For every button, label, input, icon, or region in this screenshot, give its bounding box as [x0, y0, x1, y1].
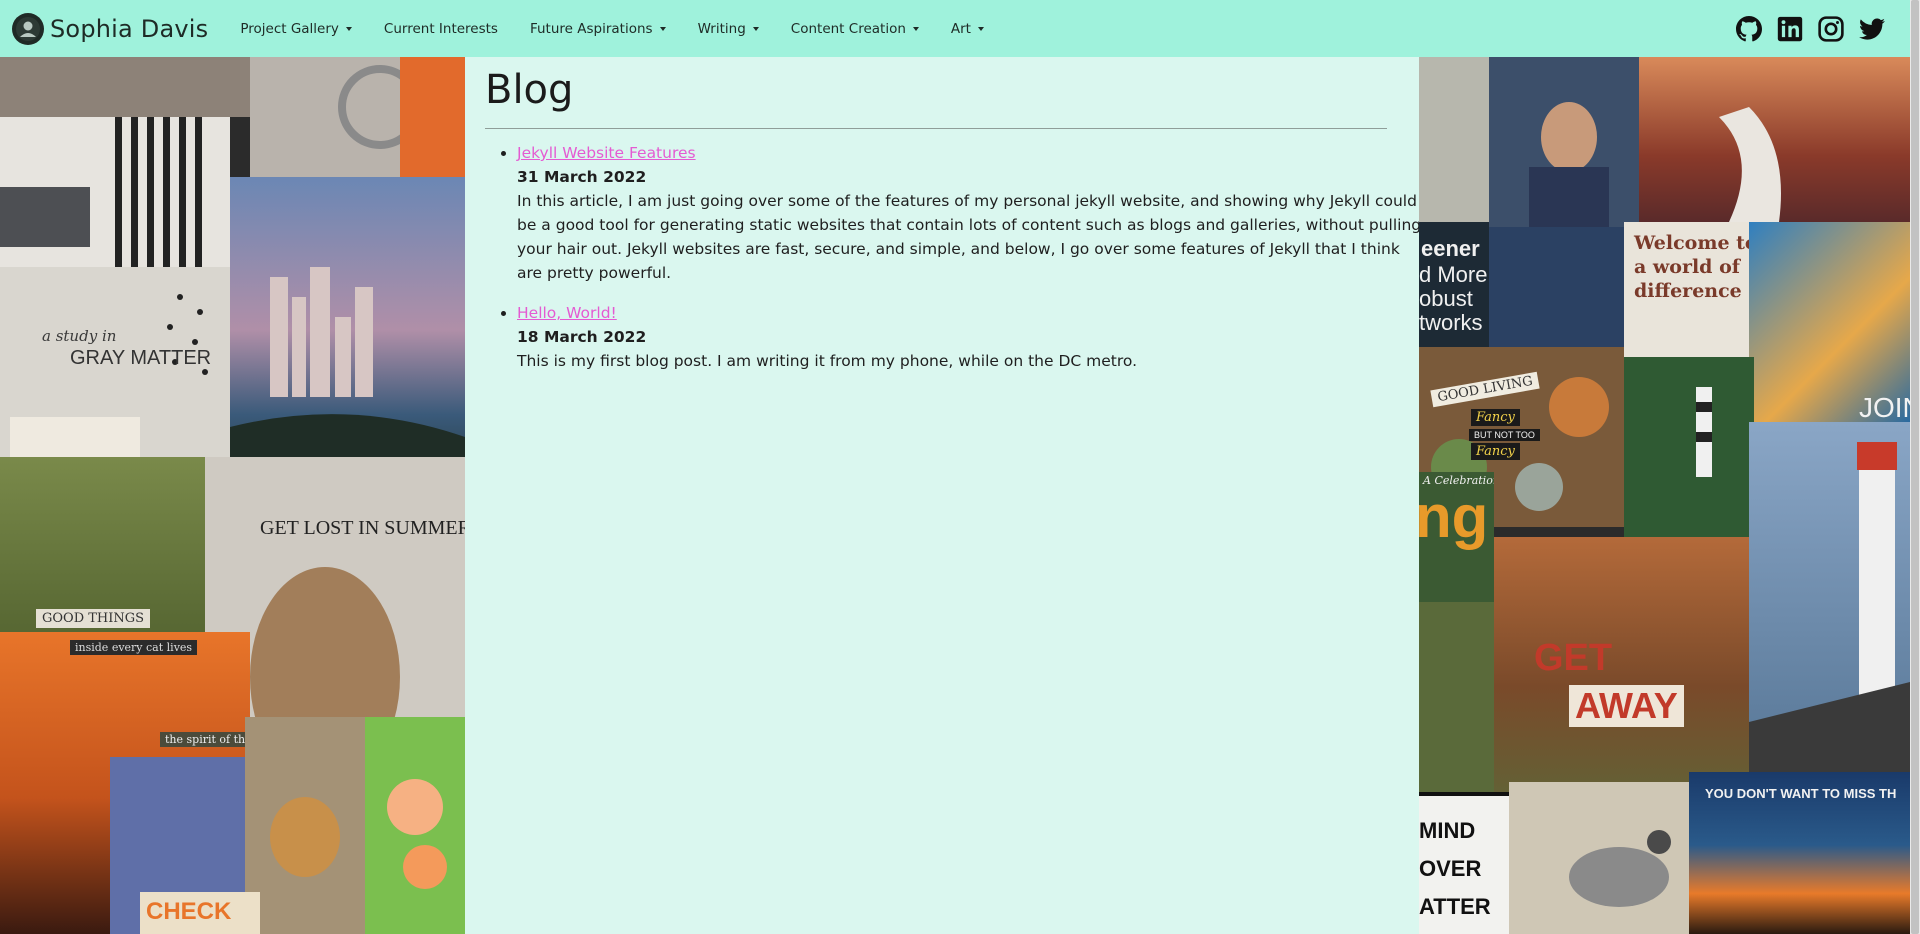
- collage-image: CHECK: [140, 892, 260, 934]
- collage-image: [1509, 782, 1709, 934]
- collage-text: Fancy: [1471, 409, 1520, 426]
- collage-text: tworks: [1419, 310, 1483, 335]
- collage-text: a world of: [1634, 256, 1740, 278]
- collage-image: [1489, 227, 1629, 347]
- collage-text: eener: [1421, 236, 1480, 261]
- collage-text: YOU DON'T WANT TO MISS TH: [1705, 786, 1897, 801]
- collage-text: inside every cat lives: [70, 640, 198, 655]
- list-item: Jekyll Website Features 31 March 2022 In…: [517, 141, 1427, 285]
- collage-image: YOU DON'T WANT TO MISS TH: [1689, 772, 1910, 934]
- social-links: [1722, 15, 1886, 43]
- collage-image: eener d More obust tworks: [1419, 222, 1489, 352]
- linkedin-icon[interactable]: [1776, 15, 1804, 43]
- collage-text: MIND: [1419, 818, 1476, 843]
- post-date: 31 March 2022: [517, 168, 647, 186]
- nav-item-label: Future Aspirations: [529, 20, 653, 37]
- nav-item-future-aspirations[interactable]: Future Aspirations: [514, 21, 682, 37]
- collage-image: [250, 57, 465, 177]
- collage-text: ng: [1419, 483, 1489, 550]
- twitter-icon[interactable]: [1858, 15, 1886, 43]
- left-collage-background: a study in GRAY MATTER GOOD THINGS GET L…: [0, 57, 465, 934]
- main-content: Blog Jekyll Website Features 31 March 20…: [465, 57, 1421, 934]
- post-date: 18 March 2022: [517, 328, 647, 346]
- collage-text: Fancy: [1471, 443, 1520, 460]
- nav-item-writing[interactable]: Writing: [682, 21, 775, 37]
- post-excerpt: This is my first blog post. I am writing…: [517, 352, 1138, 370]
- github-icon[interactable]: [1735, 15, 1763, 43]
- collage-text: difference: [1634, 280, 1742, 302]
- nav-item-label: Art: [950, 20, 971, 37]
- page-title: Blog: [485, 67, 574, 113]
- brand-link[interactable]: Sophia Davis: [12, 12, 209, 45]
- post-list: Jekyll Website Features 31 March 2022 In…: [485, 141, 1427, 389]
- list-item: Hello, World! 18 March 2022 This is my f…: [517, 301, 1427, 373]
- scrollbar-thumb[interactable]: [1911, 0, 1919, 934]
- collage-text: GOOD THINGS: [36, 609, 151, 628]
- nav-item-label: Current Interests: [383, 20, 498, 37]
- collage-text: ATTER: [1419, 894, 1491, 919]
- collage-text: OVER: [1419, 856, 1482, 881]
- post-excerpt: In this article, I am just going over so…: [517, 192, 1422, 282]
- collage-image: [365, 717, 465, 934]
- nav-item-art[interactable]: Art: [935, 21, 1000, 37]
- caret-down-icon: [659, 26, 666, 31]
- post-title-link[interactable]: Jekyll Website Features: [517, 144, 696, 162]
- nav-item-project-gallery[interactable]: Project Gallery: [224, 21, 368, 37]
- brand-name: Sophia Davis: [50, 14, 209, 43]
- nav-item-current-interests[interactable]: Current Interests: [368, 21, 514, 37]
- instagram-icon[interactable]: [1817, 15, 1845, 43]
- collage-image: [0, 117, 230, 267]
- post-title-link[interactable]: Hello, World!: [517, 304, 617, 322]
- collage-text: a study in: [42, 327, 117, 345]
- title-divider: [485, 128, 1387, 129]
- collage-image: [1624, 357, 1754, 537]
- collage-image: MIND OVER ATTER: [1419, 792, 1509, 934]
- nav-item-label: Project Gallery: [240, 20, 339, 37]
- collage-text: BUT NOT TOO: [1469, 429, 1540, 441]
- collage-text: d More: [1419, 262, 1488, 287]
- caret-down-icon: [752, 26, 759, 31]
- caret-down-icon: [977, 26, 984, 31]
- nav-menu: Project Gallery Current Interests Future…: [224, 21, 1000, 37]
- collage-image: [1639, 57, 1910, 222]
- collage-image: [245, 717, 365, 934]
- collage-image: [1489, 57, 1639, 227]
- collage-text: AWAY: [1569, 685, 1684, 727]
- page-scrollbar[interactable]: [1910, 0, 1920, 934]
- collage-text: GET LOST IN SUMMER: [260, 517, 465, 539]
- caret-down-icon: [912, 26, 919, 31]
- collage-image: A Celebration of ng: [1419, 472, 1494, 602]
- right-collage-background: eener d More obust tworks Welcome to a w…: [1419, 57, 1910, 934]
- nav-item-content-creation[interactable]: Content Creation: [775, 21, 935, 37]
- caret-down-icon: [345, 26, 352, 31]
- collage-image: JOIN: [1749, 222, 1910, 422]
- nav-item-label: Content Creation: [790, 20, 906, 37]
- collage-text: JOIN: [1859, 392, 1910, 422]
- collage-text: GET: [1534, 637, 1613, 679]
- collage-image: [1749, 422, 1910, 832]
- avatar-icon: [12, 12, 44, 45]
- collage-text: Welcome to: [1634, 232, 1758, 254]
- top-navbar: Sophia Davis Project Gallery Current Int…: [0, 0, 1910, 57]
- nav-item-label: Writing: [697, 20, 746, 37]
- collage-text: the spirit of the wild.: [160, 732, 250, 747]
- collage-image: [0, 57, 250, 117]
- collage-text: GRAY MATTER: [70, 347, 212, 369]
- collage-text: CHECK: [146, 898, 232, 925]
- collage-text: obust: [1419, 286, 1473, 311]
